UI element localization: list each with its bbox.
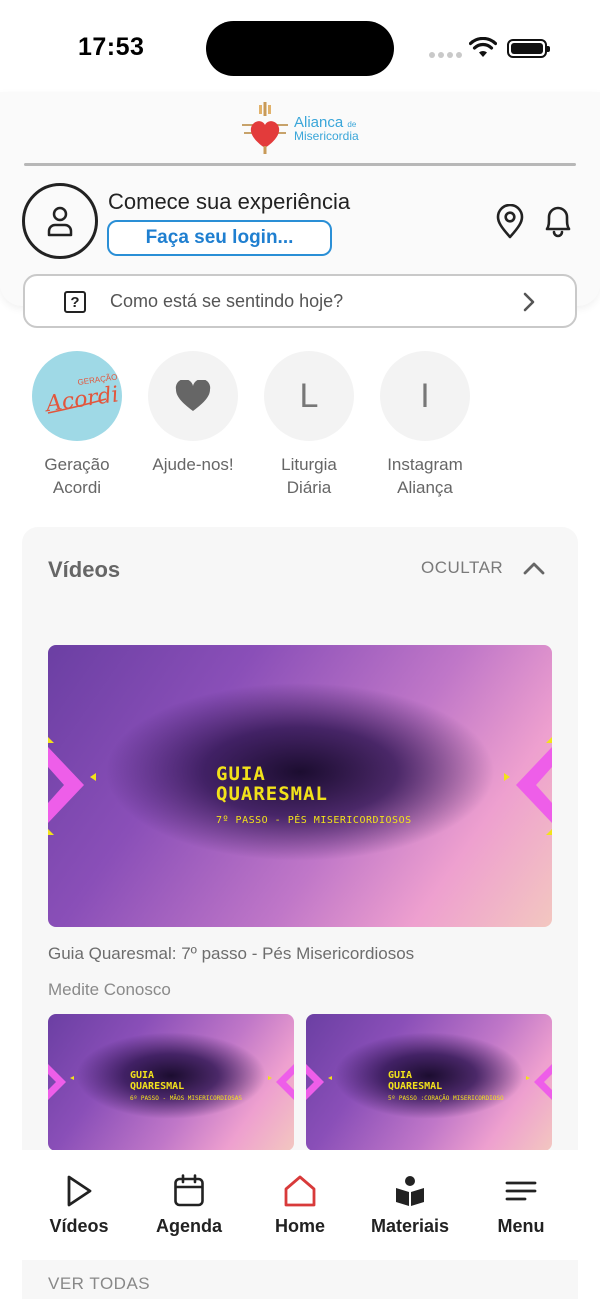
shortcut-initial: L — [264, 351, 354, 441]
mood-prompt-text: Como está se sentindo hoje? — [110, 291, 344, 311]
shortcut-liturgia-diaria[interactable]: L Liturgia Diária — [249, 351, 369, 499]
thumbnail-title-line1: GUIA — [130, 1070, 155, 1081]
geracao-acordi-logo: GERAÇÃO Acordi — [32, 351, 122, 441]
featured-video-caption[interactable]: Guia Quaresmal: 7º passo - Pés Misericor… — [48, 944, 414, 964]
thumbnail-title-line2: QUARESMAL — [130, 1080, 185, 1092]
featured-video-thumbnail[interactable]: GUIA QUARESMAL 7º PASSO - PÉS MISERICORD… — [48, 645, 552, 927]
sacred-heart-logo-icon — [242, 102, 288, 154]
shortcut-geracao-acordi[interactable]: GERAÇÃO Acordi Geração Acordi — [17, 351, 137, 499]
tab-agenda[interactable]: Agenda — [134, 1174, 244, 1237]
tab-menu[interactable]: Menu — [466, 1174, 576, 1237]
shortcut-label: Liturgia Diária — [281, 455, 337, 497]
shortcut-instagram-alianca[interactable]: I Instagram Aliança — [365, 351, 485, 499]
chevron-right-graphic — [504, 737, 552, 835]
chevron-right-graphic — [526, 1064, 552, 1100]
home-icon — [284, 1175, 316, 1207]
shortcut-label: Instagram Aliança — [387, 455, 463, 497]
thumbnail-subtitle: 7º PASSO - PÉS MISERICORDIOSOS — [216, 815, 412, 826]
tab-label: Vídeos — [49, 1216, 109, 1236]
thumbnail-title: GUIA QUARESMAL — [130, 1070, 185, 1092]
avatar[interactable] — [22, 183, 98, 259]
question-icon: ? — [64, 291, 86, 313]
wifi-icon — [469, 37, 497, 57]
mood-prompt-bar[interactable]: ? Como está se sentindo hoje? — [23, 274, 577, 328]
chevron-left-graphic — [306, 1064, 332, 1100]
dynamic-island — [206, 21, 394, 76]
view-all-videos-link[interactable]: VER TODAS — [48, 1274, 150, 1294]
shortcut-label: Geração Acordi — [44, 455, 110, 497]
shortcut-label: Ajude-nos! — [152, 455, 234, 474]
shortcut-initial: I — [380, 351, 470, 441]
thumbnail-title: GUIA QUARESMAL — [216, 763, 328, 805]
shortcut-ajude-nos[interactable]: Ajude-nos! — [133, 351, 253, 476]
chevron-up-icon[interactable] — [522, 560, 546, 576]
heart-icon — [175, 380, 211, 411]
tab-label: Agenda — [155, 1216, 222, 1236]
logo-line2: Misericordia — [294, 128, 359, 143]
thumbnail-title-line2: QUARESMAL — [388, 1080, 443, 1092]
chevron-left-graphic — [48, 737, 96, 835]
cellular-signal-icon — [429, 52, 463, 58]
chevron-right-graphic — [268, 1064, 294, 1100]
video-thumbnail[interactable]: GUIA QUARESMAL 6º PASSO - MÃOS MISERICOR… — [48, 1014, 294, 1151]
tab-label: Menu — [497, 1216, 545, 1236]
tab-home[interactable]: Home — [245, 1174, 355, 1237]
calendar-icon — [174, 1174, 204, 1207]
shortcut-circle — [148, 351, 238, 441]
thumbnail-subtitle: 6º PASSO - MÃOS MISERICORDIOSAS — [130, 1095, 242, 1102]
alianca-misericordia-logo: Alianca de Misericordia — [240, 102, 370, 154]
thumbnail-subtitle: 5º PASSO :CORAÇÃO MISERICORDIOSO — [388, 1095, 504, 1102]
video-category-label: Medite Conosco — [48, 980, 171, 999]
book-icon — [396, 1176, 424, 1206]
logo-line1-small: de — [347, 119, 357, 129]
videos-section-title: Vídeos — [48, 557, 121, 582]
tab-label: Home — [274, 1216, 325, 1236]
thumbnail-title-line1: GUIA — [388, 1070, 413, 1081]
video-thumbnail[interactable]: GUIA QUARESMAL 5º PASSO :CORAÇÃO MISERIC… — [306, 1014, 552, 1151]
chevron-right-icon — [523, 292, 535, 312]
location-pin-icon[interactable] — [494, 204, 526, 240]
status-time: 17:53 — [78, 33, 145, 61]
bell-icon[interactable] — [541, 203, 575, 239]
thumbnail-title-line1: GUIA — [216, 763, 266, 785]
thumbnail-title: GUIA QUARESMAL — [388, 1070, 443, 1092]
battery-icon — [507, 39, 550, 58]
menu-icon — [505, 1181, 537, 1201]
logo-line1: Alianca — [294, 113, 344, 131]
thumbnail-title-line2: QUARESMAL — [216, 782, 328, 805]
tab-label: Materiais — [370, 1216, 450, 1236]
play-icon — [67, 1175, 92, 1207]
hide-section-button[interactable]: OCULTAR — [421, 558, 503, 578]
user-icon — [47, 206, 73, 237]
bottom-tab-bar: Vídeos Agenda Home Materiais Menu — [0, 1150, 600, 1260]
tab-materiais[interactable]: Materiais — [355, 1174, 465, 1237]
header-divider — [24, 163, 576, 166]
tab-videos[interactable]: Vídeos — [24, 1174, 134, 1237]
status-bar: 17:53 — [0, 0, 600, 92]
login-button[interactable]: Faça seu login... — [107, 220, 332, 256]
welcome-text: Comece sua experiência — [108, 189, 351, 214]
chevron-left-graphic — [48, 1064, 74, 1100]
